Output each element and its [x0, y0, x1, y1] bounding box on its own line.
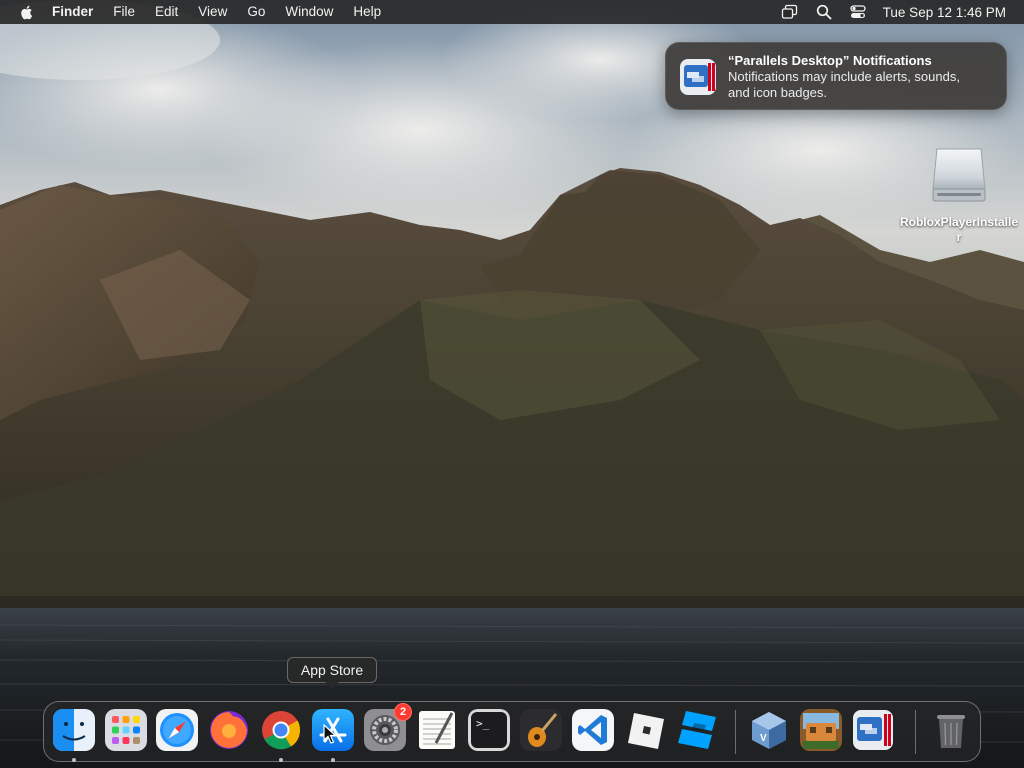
safari-icon: [156, 709, 198, 751]
dock-item-safari[interactable]: [154, 707, 200, 753]
notification-body-line-1: Notifications may include alerts, sounds…: [728, 69, 960, 84]
virtualbox-icon: V: [748, 709, 790, 751]
menu-bar: Finder File Edit View Go Window Help Tue…: [0, 0, 1024, 24]
firefox-icon: [208, 709, 250, 751]
vscode-icon: [572, 709, 614, 751]
trash-icon: [930, 709, 972, 751]
dock-item-launchpad[interactable]: [103, 707, 149, 753]
dock-item-virtualbox[interactable]: V: [746, 707, 792, 753]
dock-separator: [735, 710, 736, 754]
apple-logo-icon[interactable]: [18, 3, 36, 21]
dock-item-textedit[interactable]: [414, 707, 460, 753]
menu-bar-clock[interactable]: Tue Sep 12 1:46 PM: [883, 5, 1006, 20]
game-icon: [800, 709, 842, 751]
dock-item-vscode[interactable]: [570, 707, 616, 753]
launchpad-icon: [105, 709, 147, 751]
notification-banner[interactable]: “Parallels Desktop” Notifications Notifi…: [665, 42, 1007, 110]
textedit-icon: [416, 709, 458, 751]
terminal-icon: >_: [468, 709, 510, 751]
dock-item-firefox[interactable]: [206, 707, 252, 753]
dock-item-terminal[interactable]: >_: [466, 707, 512, 753]
dock-separator: [915, 710, 916, 754]
chrome-icon: [260, 709, 302, 751]
menu-edit[interactable]: Edit: [145, 0, 188, 24]
dock-item-roblox[interactable]: [622, 707, 668, 753]
notification-badge: 2: [394, 703, 412, 721]
screen-mirroring-icon[interactable]: [781, 3, 799, 21]
svg-text:>_: >_: [476, 717, 490, 730]
menu-app-finder[interactable]: Finder: [52, 0, 103, 24]
notification-title: “Parallels Desktop” Notifications: [728, 53, 932, 68]
menu-window[interactable]: Window: [275, 0, 343, 24]
menu-go[interactable]: Go: [237, 0, 275, 24]
running-indicator: [279, 758, 283, 762]
svg-text:V: V: [760, 733, 767, 744]
dock-item-system-settings[interactable]: 2: [362, 703, 412, 753]
dock-item-trash[interactable]: [928, 707, 974, 753]
dock-item-finder[interactable]: [51, 707, 97, 762]
dock-item-parallels-desktop[interactable]: [850, 707, 896, 753]
dock-item-garageband[interactable]: [518, 707, 564, 753]
menu-view[interactable]: View: [188, 0, 237, 24]
roblox-icon: [624, 709, 666, 751]
dock-item-game[interactable]: [798, 707, 844, 753]
menu-file[interactable]: File: [103, 0, 145, 24]
running-indicator: [331, 758, 335, 762]
running-indicator: [72, 758, 76, 762]
finder-icon: [53, 709, 95, 751]
mouse-cursor-icon: [323, 723, 338, 744]
desktop-item-label: RobloxPlayerInstaller: [899, 215, 1019, 244]
desktop-item-robloxplayerinstaller[interactable]: RobloxPlayerInstaller: [898, 145, 1020, 245]
control-center-icon[interactable]: [849, 3, 867, 21]
parallels-desktop-icon: [678, 57, 718, 97]
dock: 2 >_ V: [43, 701, 981, 762]
parallels-desktop-icon: [852, 709, 894, 751]
menu-help[interactable]: Help: [343, 0, 391, 24]
disk-image-icon: [929, 145, 989, 207]
dock-tooltip: App Store: [287, 657, 377, 689]
garageband-icon: [520, 709, 562, 751]
roblox-studio-icon: [676, 709, 718, 751]
dock-item-roblox-studio[interactable]: [674, 707, 720, 753]
desktop-wallpaper: [0, 0, 1024, 768]
notification-body-line-2: and icon badges.: [728, 85, 828, 100]
dock-item-chrome[interactable]: [258, 707, 304, 762]
spotlight-search-icon[interactable]: [815, 3, 833, 21]
